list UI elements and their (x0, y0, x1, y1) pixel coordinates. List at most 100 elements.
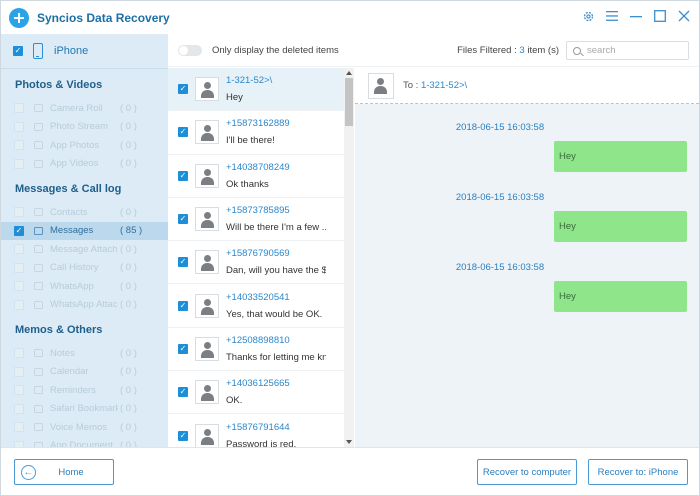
sidebar-item[interactable]: App Videos ( 0 ) (1, 155, 168, 174)
menu-icon[interactable] (605, 9, 619, 23)
sidebar-item[interactable]: App Document ( 0 ) (1, 437, 168, 447)
search-input[interactable] (587, 45, 682, 56)
recover-to-computer-button[interactable]: Recover to computer (477, 459, 577, 485)
sidebar-item-checkbox[interactable] (14, 348, 24, 359)
toggle-label: Only display the deleted items (212, 44, 339, 56)
sidebar-item[interactable]: WhatsApp Attach...( 0 ) (1, 296, 168, 315)
conversation-item[interactable]: +12508898810 Thanks for letting me kn... (168, 328, 344, 372)
conversation-item[interactable]: +14033520541 Yes, that would be OK. (168, 284, 344, 328)
sidebar-item[interactable]: Message Attach...( 0 ) (1, 240, 168, 259)
sidebar-item[interactable]: Messages ( 85 ) (1, 221, 168, 240)
conversation-item[interactable]: +14036125665 OK. (168, 371, 344, 415)
message-bubble: Hey (554, 281, 687, 312)
conversation-text: +14036125665 OK. (226, 378, 326, 406)
conversation-preview: Hey (226, 92, 243, 104)
avatar (368, 72, 394, 99)
sidebar-item-checkbox[interactable] (14, 262, 24, 273)
conversation-number: +15873162889 (226, 118, 290, 130)
sidebar-item-checkbox[interactable] (14, 158, 24, 169)
avatar (195, 336, 219, 361)
conversation-checkbox[interactable] (178, 214, 188, 225)
sidebar-item-checkbox[interactable] (14, 299, 24, 310)
conversation-item[interactable]: +15873785895 Will be there I'm a few ... (168, 198, 344, 242)
sidebar-item[interactable]: Camera Roll ( 0 ) (1, 99, 168, 118)
sidebar-item-checkbox[interactable] (14, 121, 24, 132)
sidebar-item[interactable]: Reminders ( 0 ) (1, 381, 168, 400)
minimize-icon[interactable] (629, 9, 643, 23)
avatar (195, 250, 219, 275)
conversation-scrollbar[interactable] (344, 68, 354, 447)
avatar (195, 423, 219, 447)
sidebar-item-count: ( 85 ) (120, 225, 143, 237)
to-label: To : (403, 80, 421, 91)
sidebar-item-count: ( 0 ) (120, 206, 137, 218)
app-logo-icon (9, 7, 29, 28)
category-icon (34, 141, 43, 150)
recover-to-computer-label: Recover to computer (482, 466, 572, 478)
scroll-up-icon[interactable] (346, 71, 352, 75)
sidebar-item[interactable]: Photo Stream ( 0 ) (1, 118, 168, 137)
sidebar-item[interactable]: Calendar ( 0 ) (1, 363, 168, 382)
sidebar-item-count: ( 0 ) (120, 421, 137, 433)
chat-pane: To : 1-321-52>\ 2018-06-15 16:03:58 Hey 20… (355, 68, 699, 447)
conversation-checkbox[interactable] (178, 84, 188, 95)
sidebar-item-checkbox[interactable] (14, 422, 24, 433)
maximize-icon[interactable] (653, 9, 667, 23)
device-row[interactable]: iPhone (1, 34, 168, 69)
message-bubble: Hey (554, 211, 687, 242)
conversation-item[interactable]: 1-321-52>\ Hey (168, 68, 344, 112)
conversation-text: +15873162889 I'll be there! (226, 118, 326, 146)
sidebar-item-count: ( 0 ) (120, 403, 137, 415)
sidebar-item[interactable]: Safari Bookmark( 0 ) (1, 400, 168, 419)
conversation-item[interactable]: +14038708249 Ok thanks (168, 155, 344, 198)
conversation-preview: I'll be there! (226, 135, 275, 147)
sidebar-item-label: Call History (50, 262, 99, 274)
sidebar-item-checkbox[interactable] (14, 403, 24, 414)
sidebar-item-checkbox[interactable] (14, 244, 24, 255)
category-icon (34, 226, 43, 235)
sidebar-item[interactable]: App Photos ( 0 ) (1, 136, 168, 155)
home-button[interactable]: ← Home (14, 459, 114, 485)
device-checkbox[interactable] (13, 46, 23, 56)
avatar (195, 207, 219, 232)
sidebar-group-title: Messages & Call log (15, 183, 122, 195)
conversation-item[interactable]: +15876790569 Dan, will you have the $... (168, 241, 344, 285)
close-icon[interactable] (677, 9, 691, 23)
sidebar-item[interactable]: Voice Memos ( 0 ) (1, 418, 168, 437)
sidebar-item-checkbox[interactable] (14, 385, 24, 396)
sidebar-item-checkbox[interactable] (14, 207, 24, 218)
category-icon (34, 245, 43, 254)
sidebar-group-title: Photos & Videos (15, 79, 103, 91)
sidebar-item-checkbox[interactable] (14, 281, 24, 292)
avatar (195, 380, 219, 405)
sidebar-item[interactable]: Contacts ( 0 ) (1, 203, 168, 222)
conversation-checkbox[interactable] (178, 343, 188, 354)
home-button-label: Home (58, 466, 84, 478)
sidebar-item-checkbox[interactable] (14, 103, 24, 114)
scroll-thumb[interactable] (345, 78, 353, 126)
sidebar-item[interactable]: Call History ( 0 ) (1, 259, 168, 278)
conversation-checkbox[interactable] (178, 387, 188, 398)
sidebar-item-checkbox[interactable] (14, 225, 24, 236)
deleted-only-toggle[interactable] (178, 44, 202, 56)
conversation-item[interactable]: +15876791644 Password is red. (168, 414, 344, 447)
conversation-checkbox[interactable] (178, 257, 188, 268)
bottom-bar: ← Home Recover to computer Recover to: i… (1, 447, 699, 495)
sidebar-item-checkbox[interactable] (14, 366, 24, 377)
settings-icon[interactable] (581, 9, 595, 23)
sidebar-item-count: ( 0 ) (120, 280, 137, 292)
sidebar-item-label: Messages (50, 225, 94, 237)
category-icon (34, 159, 43, 168)
conversation-checkbox[interactable] (178, 170, 188, 181)
sidebar-item-checkbox[interactable] (14, 140, 24, 151)
sidebar-item[interactable]: Notes ( 0 ) (1, 344, 168, 363)
scroll-down-icon[interactable] (346, 440, 352, 444)
conversation-checkbox[interactable] (178, 430, 188, 441)
search-box[interactable] (566, 41, 689, 60)
sidebar-item[interactable]: WhatsApp ( 0 ) (1, 277, 168, 296)
conversation-checkbox[interactable] (178, 300, 188, 311)
recover-to-iphone-button[interactable]: Recover to: iPhone (588, 459, 688, 485)
conversation-item[interactable]: +15873162889 I'll be there! (168, 111, 344, 155)
conversation-checkbox[interactable] (178, 127, 188, 138)
message-timestamp: 2018-06-15 16:03:58 (455, 262, 545, 273)
